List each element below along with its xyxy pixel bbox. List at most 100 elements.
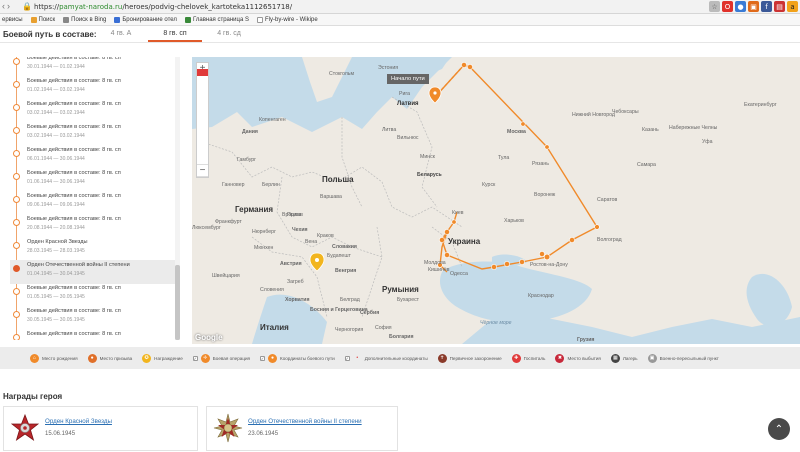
timeline-item-title: Боевые действия в составе: 8 гв. сп (27, 331, 121, 337)
map-label-kursk: Курск (482, 182, 496, 188)
checkbox-icon[interactable]: ✓ (260, 355, 266, 361)
zoom-slider[interactable] (197, 75, 208, 165)
map-label-zagreb: Загреб (287, 279, 304, 285)
legend-item[interactable]: ✚ Госпиталь (511, 353, 545, 363)
red-menu-icon[interactable]: ▤ (774, 1, 785, 12)
back-icon[interactable]: ‹ (2, 2, 5, 11)
map-label-czechia: Чехия (292, 227, 308, 233)
timeline-item-dates: 30.01.1944 — 01.02.1944 (27, 64, 85, 70)
timeline-item[interactable]: Боевые действия в составе: 8 гв. сп 03.02… (10, 122, 175, 146)
map-label-frankfurt: Франкфурт (215, 219, 242, 225)
legend-item[interactable]: ✓ ● Координаты боевого пути (260, 353, 335, 363)
map-label-nuremberg: Нюрнберг (252, 229, 276, 235)
timeline-scroll-thumb[interactable] (175, 265, 180, 340)
timeline-item-title: Боевые действия в составе: 8 гв. сп (27, 101, 121, 107)
legend-item[interactable]: ✪ Награждение (142, 353, 183, 363)
checkbox-icon[interactable]: ✓ (344, 355, 350, 361)
zoom-out-button[interactable]: − (197, 165, 208, 177)
map-label-montenegro: Черногория (335, 327, 364, 333)
timeline-dot (13, 311, 20, 318)
timeline-item-dates: 30.05.1945 — 30.05.1945 (27, 317, 85, 323)
map-label-prague: Прага (287, 212, 302, 218)
timeline-dot (13, 196, 20, 203)
legend-item[interactable]: ● Место призыва (87, 353, 132, 363)
timeline-item[interactable]: Боевые действия в составе: 8 гв. сп 01.06… (10, 168, 175, 192)
star-icon[interactable]: ☆ (709, 1, 720, 12)
blue-extension-icon[interactable]: ● (735, 1, 746, 12)
map-label-ekaterinburg: Екатеринбург (744, 102, 777, 108)
medal-icon: ✪ (142, 353, 152, 363)
amazon-icon[interactable]: a (787, 1, 798, 12)
orange-extension-icon[interactable]: ▣ (748, 1, 759, 12)
timeline-dot (13, 219, 20, 226)
map-label-krakow: Краков (317, 233, 334, 239)
timeline-item[interactable]: Боевые действия в составе: 8 гв. сп 09.06… (10, 191, 175, 215)
timeline-dot (13, 242, 20, 249)
award-name[interactable]: Орден Отечественной войны II степени (248, 418, 362, 425)
timeline-item[interactable]: Орден Красной Звезды 28.03.1945 — 28.03.1… (10, 237, 175, 261)
map-label-moldova: Молдова (424, 260, 446, 266)
map-legend: ⌂ Место рождения ● Место призыва ✪ Награждени… (0, 347, 800, 369)
timeline-item[interactable]: Боевые действия в составе: 8 гв. сп09.07… (10, 329, 175, 340)
timeline-item[interactable]: Орден Отечественной войны II степени 01.0… (10, 260, 175, 284)
facebook-icon[interactable]: f (761, 1, 772, 12)
bookmark-search[interactable]: Поиск (30, 16, 55, 23)
checkbox-icon[interactable]: ✓ (192, 355, 198, 361)
battle-path-map[interactable]: + − Начало пути Эстония Латвия Литва Пол… (192, 57, 800, 344)
award-card-patriotic-war[interactable]: Орден Отечественной войны II степени 23.… (206, 406, 398, 451)
legend-item[interactable]: ✖ Место выбытия (555, 353, 601, 363)
bookmark-wikipedia[interactable]: Fly-by-wire - Wikipe (256, 16, 318, 23)
timeline-item[interactable]: Боевые действия в составе: 8 гв. сп 20.08… (10, 214, 175, 238)
map-label-luxembourg: Люксембург (192, 225, 221, 231)
timeline-item[interactable]: Боевые действия в составе: 8 гв. сп 01.02… (10, 76, 175, 100)
legend-label: Место рождения (42, 355, 78, 361)
url-text[interactable]: https://pamyat-naroda.ru/heroes/podvig-c… (34, 3, 292, 11)
timeline-item[interactable]: Боевые действия в составе: 8 гв. сп 03.02… (10, 99, 175, 123)
tab-4-guards-division[interactable]: 4 гв. сд (202, 27, 256, 42)
bookmark-bing[interactable]: Поиск в Bing (63, 16, 106, 23)
map-label-bucharest: Бухарест (397, 297, 420, 303)
crosshair-icon: ✛ (200, 353, 210, 363)
legend-item[interactable]: ✓ • Дополнительные координаты (344, 354, 428, 363)
timeline-item-title: Орден Красной Звезды (27, 239, 88, 245)
timeline-item[interactable]: Боевые действия в составе: 8 гв. сп 01.05… (10, 283, 175, 307)
legend-item[interactable]: ✝ Первичное захоронение (437, 353, 502, 363)
pin-icon: ● (268, 353, 278, 363)
bookmark-hotel[interactable]: Бронирование отел (114, 16, 177, 23)
tab-8-guards-regiment[interactable]: 8 гв. сп (148, 27, 202, 42)
timeline-item[interactable]: Боевые действия в составе: 8 гв. сп 06.01… (10, 145, 175, 169)
timeline-item-title: Орден Отечественной войны II степени (27, 262, 130, 268)
map-label-austria: Австрия (280, 261, 302, 267)
timeline-item-dates: 01.02.1944 — 03.02.1944 (27, 87, 85, 93)
award-card-red-star[interactable]: Орден Красной Звезды 15.06.1945 (3, 406, 198, 451)
award-date: 23.06.1945 (248, 431, 279, 437)
bookmark-services[interactable]: ервисы (2, 17, 23, 23)
map-canvas (192, 57, 800, 344)
legend-item[interactable]: ▦ Лагерь (610, 353, 638, 363)
award-name[interactable]: Орден Красной Звезды (45, 418, 112, 425)
red-extension-icon[interactable]: O (722, 1, 733, 12)
legend-item[interactable]: ▣ Военно-пересыльный пункт (647, 353, 719, 363)
map-label-switzerland: Швейцария (212, 273, 240, 279)
forward-icon[interactable]: › (7, 2, 10, 11)
map-label-belarus: Беларусь (417, 172, 442, 178)
legend-item[interactable]: ✓ ✛ Боевая операция (192, 353, 250, 363)
page-icon (114, 16, 121, 23)
legend-item[interactable]: ⌂ Место рождения (30, 353, 78, 363)
map-label-georgia: Грузия (577, 337, 595, 343)
timeline-item[interactable]: Боевые действия в составе: 8 гв. сп 30.05… (10, 306, 175, 330)
map-label-vilnius: Вильнюс (397, 135, 419, 141)
map-label-nizhny-novgorod: Нижний Новгород (572, 112, 615, 118)
map-label-denmark: Дания (242, 129, 258, 135)
address-bar[interactable]: ‹ › 🔒 https://pamyat-naroda.ru/heroes/po… (0, 0, 800, 14)
timeline-item-dates: 03.02.1944 — 03.02.1944 (27, 110, 85, 116)
tab-4-guards-army[interactable]: 4 гв. А (94, 27, 148, 42)
timeline-item[interactable]: Боевые действия в составе: 8 гв. сп 30.01… (10, 57, 175, 77)
map-label-minsk: Минск (420, 154, 435, 160)
bookmark-main-page[interactable]: Главная страница S (184, 16, 249, 23)
scroll-to-top-button[interactable]: ⌃ (768, 418, 790, 440)
award-date: 15.06.1945 (45, 431, 76, 437)
timeline-item-title: Боевые действия в составе: 8 гв. сп (27, 216, 121, 222)
legend-label: Первичное захоронение (449, 355, 502, 361)
map-label-berlin: Берлин (262, 182, 280, 188)
